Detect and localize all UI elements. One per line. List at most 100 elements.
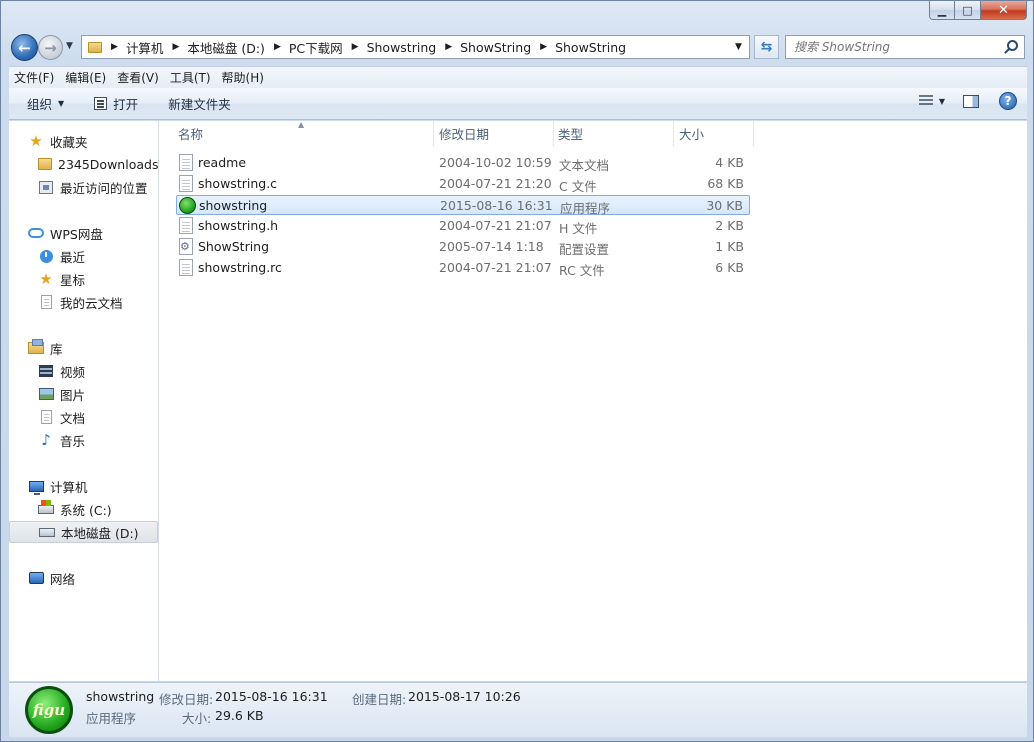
chevron-right-icon[interactable]: ▶ <box>274 42 281 52</box>
menu-help[interactable]: 帮助(H) <box>217 69 269 86</box>
refresh-icon: ⇆ <box>760 39 773 55</box>
forward-arrow-icon: → <box>44 38 57 57</box>
nav-libraries[interactable]: 库 <box>9 337 158 359</box>
nav-recent-places[interactable]: 最近访问的位置 <box>9 176 158 198</box>
toolbar-right: ▼ ? <box>918 92 1017 110</box>
address-bar[interactable]: ▶ 计算机 ▶ 本地磁盘 (D:) ▶ PC下载网 ▶ Showstring ▶ Show… <box>81 35 750 59</box>
navigation-pane[interactable]: ★ 收藏夹 2345Downloads 最近访问的位置 WPS网盘 最近 ★ 星… <box>9 121 159 681</box>
picture-icon-slot <box>38 386 54 402</box>
chevron-right-icon[interactable]: ▶ <box>352 42 359 52</box>
chevron-right-icon[interactable]: ▶ <box>540 42 547 52</box>
cloud-icon-slot <box>28 225 44 241</box>
folder-icon-slot <box>38 156 52 172</box>
config-file-icon <box>179 238 193 255</box>
breadcrumb-label[interactable]: 计算机 <box>126 38 164 57</box>
nav-drive-c[interactable]: 系统 (C:) <box>9 498 158 520</box>
nav-wps-recent[interactable]: 最近 <box>9 245 158 267</box>
search-input[interactable] <box>794 40 994 54</box>
nav-favorites[interactable]: ★ 收藏夹 <box>9 130 158 152</box>
menu-tools[interactable]: 工具(T) <box>165 69 216 86</box>
view-options-dropdown[interactable]: ▼ <box>939 97 945 106</box>
search-icon[interactable] <box>1007 40 1018 51</box>
clock-icon-slot <box>38 248 54 264</box>
breadcrumb-drive-d[interactable]: ▶ 本地磁盘 (D:) <box>163 38 265 57</box>
nav-computer[interactable]: 计算机 <box>9 475 158 497</box>
nav-network[interactable]: 网络 <box>9 567 158 589</box>
chevron-right-icon[interactable]: ▶ <box>172 42 179 52</box>
help-icon[interactable]: ? <box>999 92 1017 110</box>
recent-pages-dropdown[interactable]: ▼ <box>66 41 73 51</box>
nav-2345downloads[interactable]: 2345Downloads <box>9 153 158 175</box>
address-history-dropdown[interactable]: ▼ <box>730 36 747 58</box>
breadcrumb-label[interactable]: 本地磁盘 (D:) <box>187 38 265 57</box>
file-list[interactable]: 名称 ▲ 修改日期 类型 大小 readme 2004-10-02 10:59 … <box>160 120 1027 681</box>
chevron-right-icon[interactable]: ▶ <box>111 42 118 52</box>
details-modified-value: 2015-08-16 16:31 <box>215 689 328 704</box>
breadcrumb-label[interactable]: PC下载网 <box>289 38 343 57</box>
file-size: 4 KB <box>715 155 744 170</box>
column-label: 修改日期 <box>439 127 490 142</box>
file-date: 2004-07-21 21:07 <box>439 218 552 233</box>
library-icon <box>28 339 44 354</box>
maximize-button[interactable]: □ <box>955 1 981 20</box>
file-row[interactable]: showstring.rc 2004-07-21 21:07 RC 文件 6 K… <box>176 258 750 278</box>
nav-documents[interactable]: 文档 <box>9 406 158 428</box>
column-header-type[interactable]: 类型 <box>554 121 674 146</box>
nav-wps-cloud[interactable]: WPS网盘 <box>9 222 158 244</box>
network-icon-slot <box>28 570 44 586</box>
column-label: 名称 <box>178 127 204 142</box>
nav-videos[interactable]: 视频 <box>9 360 158 382</box>
breadcrumb-showstring-3[interactable]: ▶ ShowString <box>531 40 626 55</box>
nav-wps-my-docs[interactable]: 我的云文档 <box>9 291 158 313</box>
forward-button[interactable]: → <box>38 35 63 60</box>
refresh-button[interactable]: ⇆ <box>754 35 779 59</box>
file-size: 1 KB <box>715 239 744 254</box>
open-button[interactable]: 打开 <box>86 92 146 116</box>
minimize-button[interactable]: ▁ <box>929 1 955 20</box>
nav-label: 音乐 <box>60 433 86 449</box>
file-row-selected[interactable]: showstring 2015-08-16 16:31 应用程序 30 KB <box>176 195 750 216</box>
breadcrumb-showstring-1[interactable]: ▶ Showstring <box>343 40 437 55</box>
breadcrumb-label[interactable]: ShowString <box>460 40 531 55</box>
breadcrumb-label[interactable]: ShowString <box>555 40 626 55</box>
chevron-right-icon[interactable]: ▶ <box>445 42 452 52</box>
library-icon-slot <box>28 339 44 356</box>
recent-places-icon <box>39 180 53 194</box>
nav-label: 库 <box>50 341 63 357</box>
close-button[interactable]: ✕ <box>981 1 1027 20</box>
menu-view[interactable]: 查看(V) <box>112 69 164 86</box>
column-header-name[interactable]: 名称 ▲ <box>160 120 434 146</box>
column-header-size[interactable]: 大小 <box>674 121 754 146</box>
file-row[interactable]: showstring.c 2004-07-21 21:20 C 文件 68 KB <box>176 174 750 194</box>
nav-music[interactable]: ♪ 音乐 <box>9 429 158 451</box>
nav-drive-d[interactable]: 本地磁盘 (D:) <box>9 521 158 543</box>
new-folder-button[interactable]: 新建文件夹 <box>160 92 239 116</box>
computer-icon <box>28 480 44 495</box>
file-name: showstring.h <box>198 218 279 233</box>
menu-file[interactable]: 文件(F) <box>9 69 59 86</box>
search-box[interactable] <box>785 35 1025 59</box>
nav-pictures[interactable]: 图片 <box>9 383 158 405</box>
change-view-icon[interactable] <box>918 95 933 107</box>
music-icon: ♪ <box>41 431 51 449</box>
breadcrumb-computer[interactable]: ▶ 计算机 <box>102 38 163 57</box>
file-type: C 文件 <box>559 179 597 194</box>
file-date: 2005-07-14 1:18 <box>439 239 544 254</box>
file-row[interactable]: ShowString 2005-07-14 1:18 配置设置 1 KB <box>176 237 750 257</box>
menu-edit[interactable]: 编辑(E) <box>60 69 111 86</box>
file-row[interactable]: showstring.h 2004-07-21 21:07 H 文件 2 KB <box>176 216 750 236</box>
file-type: 配置设置 <box>559 242 610 257</box>
file-row[interactable]: readme 2004-10-02 10:59 文本文档 4 KB <box>176 153 750 173</box>
breadcrumb-showstring-2[interactable]: ▶ ShowString <box>436 40 531 55</box>
caption-buttons: ▁ □ ✕ <box>929 1 1027 21</box>
breadcrumb-label[interactable]: Showstring <box>367 40 437 55</box>
nav-label: 视频 <box>60 364 86 380</box>
preview-pane-icon[interactable] <box>963 94 979 108</box>
breadcrumb-pc-download[interactable]: ▶ PC下载网 <box>265 38 343 57</box>
nav-wps-starred[interactable]: ★ 星标 <box>9 268 158 290</box>
file-name: showstring <box>199 198 268 213</box>
file-date: 2004-07-21 21:07 <box>439 260 552 275</box>
column-header-date[interactable]: 修改日期 <box>434 121 554 146</box>
back-button[interactable]: ← <box>11 34 38 61</box>
organize-button[interactable]: 组织 ▼ <box>19 92 72 116</box>
